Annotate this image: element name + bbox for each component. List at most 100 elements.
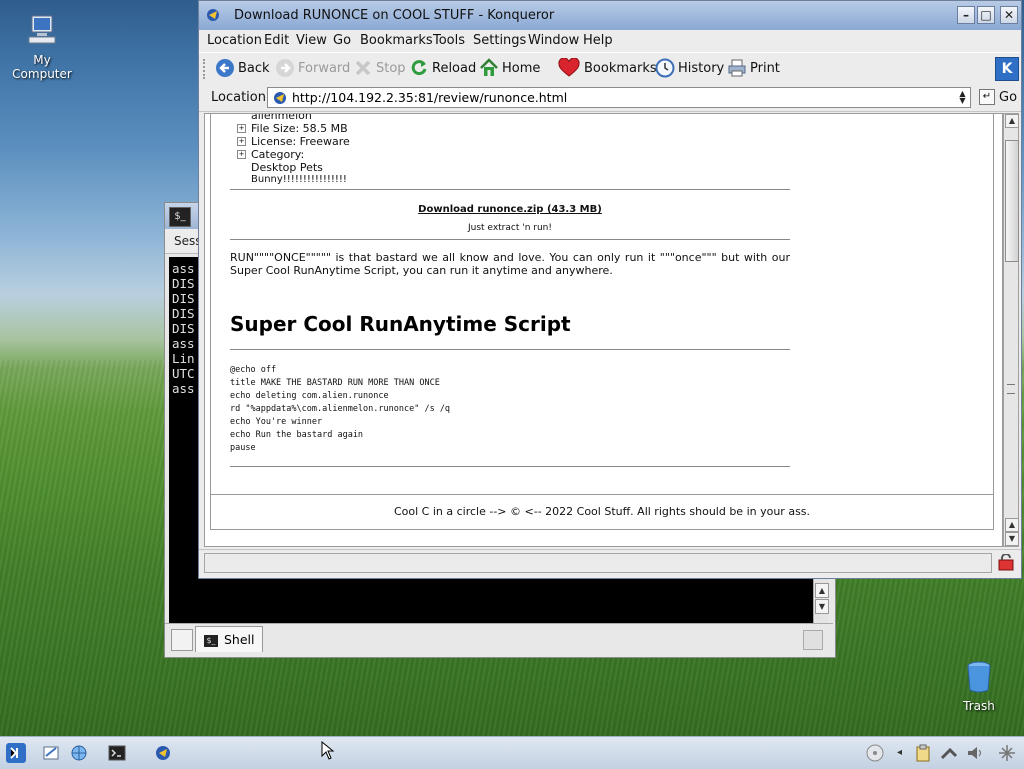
location-toolbar: Location: http://104.192.2.35:81/review/…	[199, 85, 1021, 112]
print-label: Print	[750, 61, 780, 76]
my-computer-label-2: Computer	[12, 67, 72, 81]
url-input[interactable]: http://104.192.2.35:81/review/runonce.ht…	[267, 87, 971, 108]
print-button[interactable]: Print	[727, 57, 780, 81]
reload-label: Reload	[432, 61, 477, 76]
location-label: Location:	[211, 90, 271, 105]
minimize-button[interactable]: –	[957, 6, 975, 24]
code-line: rd "%appdata%\com.alienmelon.runonce" /s…	[230, 404, 451, 414]
code-line: echo deleting com.alien.runonce	[230, 391, 389, 401]
home-icon	[480, 57, 498, 76]
my-computer-desktop-icon[interactable]: My Computer	[2, 14, 82, 81]
scroll-down-icon[interactable]: ▼	[1005, 532, 1019, 546]
bookmarks-label: Bookmarks	[584, 61, 657, 76]
menu-go[interactable]: Go	[333, 33, 351, 48]
volume-icon[interactable]	[966, 744, 984, 762]
script-heading: Super Cool RunAnytime Script	[230, 312, 571, 336]
forward-arrow-icon	[276, 58, 294, 77]
scroll-up-icon[interactable]: ▲	[1005, 114, 1019, 128]
page-viewport[interactable]: alienmelon + File Size: 58.5 MB + License:…	[204, 113, 1003, 547]
close-button[interactable]: ✕	[1000, 6, 1018, 24]
menu-settings[interactable]: Settings	[473, 33, 526, 48]
power-icon[interactable]	[998, 744, 1016, 762]
trash-label: Trash	[963, 699, 995, 713]
menu-view[interactable]: View	[296, 33, 327, 48]
url-dropdown-icon[interactable]: ▲ ▼	[957, 90, 968, 105]
menu-location[interactable]: Location	[207, 33, 262, 48]
forward-label: Forward	[298, 61, 351, 76]
tab-shell[interactable]: $_ Shell	[195, 626, 263, 652]
statusbar	[199, 549, 1021, 578]
maximize-button[interactable]: □	[977, 6, 995, 24]
tray-expand-icon[interactable]: ◂	[897, 744, 915, 762]
menu-bookmarks[interactable]: Bookmarks	[360, 33, 433, 48]
scroll-up-icon[interactable]: ▲	[815, 583, 829, 598]
history-button[interactable]: History	[655, 57, 724, 81]
kde-menu-icon[interactable]	[6, 743, 26, 763]
security-status-icon[interactable]	[997, 554, 1015, 572]
category-value-1: Desktop Pets	[251, 161, 323, 174]
code-line: pause	[230, 443, 256, 453]
printer-icon	[728, 59, 746, 76]
cd-drive-icon[interactable]	[866, 744, 884, 762]
code-line: echo Run the bastard again	[230, 430, 364, 440]
url-text: http://104.192.2.35:81/review/runonce.ht…	[292, 90, 568, 105]
konqueror-taskbar-icon[interactable]	[154, 744, 172, 762]
new-tab-button[interactable]	[171, 629, 193, 651]
license-item: + License: Freeware	[237, 135, 350, 148]
trash-desktop-icon[interactable]: Trash	[939, 660, 1019, 713]
status-text-field	[204, 553, 992, 573]
reload-button[interactable]: Reload	[409, 57, 476, 81]
page-scrollbar[interactable]: ▲ ▲ ▼	[1003, 113, 1019, 547]
menu-tools[interactable]: Tools	[433, 33, 465, 48]
category-value-2: Bunny!!!!!!!!!!!!!!!!	[251, 174, 347, 185]
terminal-icon: $_	[169, 207, 191, 227]
close-tab-button[interactable]	[803, 630, 823, 650]
scroll-thumb[interactable]	[1005, 140, 1019, 262]
clipboard-icon[interactable]	[914, 744, 932, 762]
terminal-icon[interactable]	[108, 744, 126, 762]
main-toolbar: Back Forward Stop Reload Home Bookmarks …	[199, 52, 1021, 86]
menu-help[interactable]: Help	[583, 33, 613, 48]
menu-edit[interactable]: Edit	[264, 33, 289, 48]
go-button[interactable]: ↵ Go	[977, 87, 1019, 108]
page-footer: Cool C in a circle --> © <-- 2022 Cool S…	[210, 494, 994, 530]
divider	[230, 239, 790, 240]
expand-plus-icon[interactable]: +	[237, 123, 246, 133]
text-editor-icon[interactable]	[42, 744, 60, 762]
trash-icon	[967, 661, 991, 693]
expand-plus-icon[interactable]: +	[237, 149, 246, 159]
terminal-tab-icon: $_	[204, 634, 218, 647]
category-item: + Category:	[237, 148, 304, 161]
toolbar-grip[interactable]	[203, 59, 208, 79]
menu-window[interactable]: Window	[528, 33, 579, 48]
scroll-down-icon[interactable]: ▼	[815, 599, 829, 614]
stop-x-icon	[355, 60, 371, 75]
bookmarks-button[interactable]: Bookmarks	[557, 57, 657, 81]
file-size-item: + File Size: 58.5 MB	[237, 122, 348, 135]
tab-shell-label: Shell	[224, 632, 255, 647]
download-link[interactable]: Download runonce.zip (43.3 MB)	[205, 204, 815, 215]
category-label: Category:	[251, 148, 305, 161]
file-size-text: File Size: 58.5 MB	[251, 122, 348, 135]
network-status-icon[interactable]	[940, 744, 958, 762]
description-paragraph: RUN""""ONCE""""" is that bastard we all …	[230, 251, 790, 277]
go-arrow-icon: ↵	[979, 88, 995, 105]
konqueror-window[interactable]: Download RUNONCE on COOL STUFF - Konquer…	[198, 0, 1022, 579]
footer-text: Cool C in a circle --> © <-- 2022 Cool S…	[393, 505, 811, 518]
site-favicon-icon	[274, 92, 286, 104]
forward-button[interactable]: Forward	[275, 57, 350, 81]
scroll-up-icon[interactable]: ▲	[1005, 518, 1019, 532]
taskbar: ◂	[0, 736, 1024, 769]
download-subtitle: Just extract 'n run!	[468, 223, 552, 233]
home-button[interactable]: Home	[479, 57, 540, 81]
go-label: Go	[999, 90, 1018, 105]
divider	[230, 189, 790, 190]
expand-plus-icon[interactable]: +	[237, 136, 246, 146]
heart-bookmark-icon	[558, 57, 580, 77]
konqueror-app-icon	[207, 9, 219, 21]
back-button[interactable]: Back	[215, 57, 270, 81]
home-label: Home	[502, 61, 541, 76]
stop-button[interactable]: Stop	[353, 57, 406, 81]
window-titlebar[interactable]: Download RUNONCE on COOL STUFF - Konquer…	[199, 1, 1021, 31]
network-browser-icon[interactable]	[70, 744, 88, 762]
